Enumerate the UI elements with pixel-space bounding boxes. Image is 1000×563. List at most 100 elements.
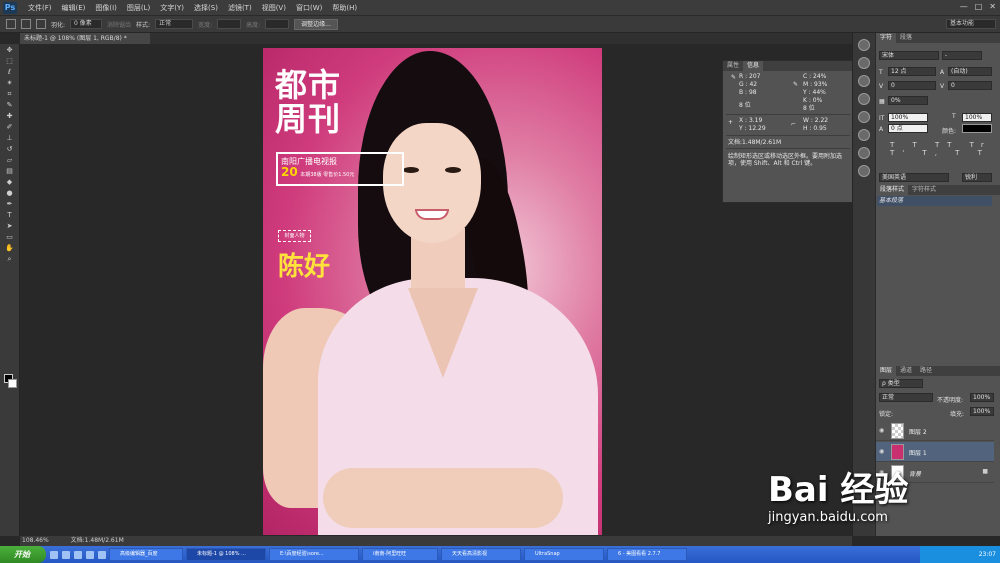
menu-layer[interactable]: 图层(L) — [122, 3, 155, 13]
character-icon[interactable] — [858, 93, 870, 105]
para-styles-icon[interactable] — [858, 147, 870, 159]
menu-help[interactable]: 帮助(H) — [327, 3, 362, 13]
menu-window[interactable]: 窗口(W) — [291, 3, 327, 13]
font-style-select[interactable]: - — [942, 51, 982, 60]
task-button[interactable]: E:\百度经验\sore... — [269, 548, 359, 561]
eraser-icon[interactable]: ▱ — [4, 156, 16, 165]
feather-input[interactable]: 0 像素 — [70, 19, 103, 29]
marquee-tool-icon[interactable] — [6, 19, 16, 29]
doc-size[interactable]: 文档:1.48M/2.61M — [71, 537, 124, 544]
blur-tool-icon[interactable]: ◆ — [4, 178, 16, 187]
font-size-select[interactable]: 12 点 — [888, 67, 936, 76]
quicklaunch-icon[interactable] — [62, 550, 70, 559]
language-select[interactable]: 美国英语 — [879, 173, 949, 182]
menu-type[interactable]: 文字(Y) — [155, 3, 189, 13]
close-button[interactable]: ✕ — [989, 2, 996, 11]
layer-row[interactable]: ◉ 图层 1 — [876, 442, 994, 462]
clone-stamp-icon[interactable]: ⊥ — [4, 134, 16, 143]
task-button[interactable]: UltraSnap — [524, 548, 604, 561]
maximize-button[interactable]: □ — [975, 2, 983, 11]
move-tool-icon[interactable]: ✥ — [4, 46, 16, 55]
gradient-tool-icon[interactable]: ▤ — [4, 167, 16, 176]
style-select[interactable]: 正常 — [155, 19, 194, 29]
add-selection-icon[interactable] — [36, 19, 46, 29]
layer-filter-select[interactable]: ρ 类型 — [879, 379, 923, 388]
magic-wand-icon[interactable]: ✶ — [4, 79, 16, 88]
char-styles-icon[interactable] — [858, 165, 870, 177]
history-icon[interactable] — [858, 39, 870, 51]
dodge-tool-icon[interactable]: ● — [4, 189, 16, 198]
document-canvas[interactable]: 都市 周刊 南阳广播电视报 20 本期38版 零售价1.50元 封面人物 陈好 — [263, 48, 602, 535]
tab-paragraph[interactable]: 段落 — [896, 33, 916, 43]
minimize-button[interactable]: — — [960, 2, 968, 11]
visibility-eye-icon[interactable]: ◉ — [879, 448, 884, 455]
properties-icon[interactable] — [858, 75, 870, 87]
horizontal-scale-input[interactable]: 100% — [962, 113, 992, 122]
clock[interactable]: 23:07 — [979, 551, 996, 558]
tab-character[interactable]: 字符 — [876, 33, 897, 43]
background-color-swatch[interactable] — [8, 379, 17, 388]
width-input[interactable] — [217, 19, 242, 29]
leading-select[interactable]: (自动) — [948, 67, 992, 76]
path-select-icon[interactable]: ➤ — [4, 222, 16, 231]
zoom-tool-icon[interactable]: ⌕ — [4, 255, 16, 264]
tab-properties[interactable]: 属性 — [723, 61, 743, 71]
type-style-buttons[interactable]: T T TT Tr T' T, T T — [890, 141, 1000, 157]
eyedropper-icon[interactable]: ✎ — [4, 101, 16, 110]
pen-tool-icon[interactable]: ✒ — [4, 200, 16, 209]
quicklaunch-icon[interactable] — [86, 550, 94, 559]
menu-view[interactable]: 视图(V) — [257, 3, 291, 13]
baseline-input[interactable]: 0 点 — [888, 124, 928, 133]
blend-mode-select[interactable]: 正常 — [879, 393, 933, 402]
task-button[interactable]: 天天看高清影视 — [441, 548, 521, 561]
new-selection-icon[interactable] — [21, 19, 31, 29]
shape-tool-icon[interactable]: ▭ — [4, 233, 16, 242]
tab-channels[interactable]: 通道 — [896, 366, 916, 376]
layer-row[interactable]: ◉ 图层 2 — [876, 421, 994, 441]
refine-edge-button[interactable]: 调整边缘... — [294, 18, 338, 30]
marquee-tool-icon[interactable]: ⬚ — [4, 57, 16, 66]
tab-character-styles[interactable]: 字符样式 — [908, 185, 940, 195]
tab-paragraph-styles[interactable]: 段落样式 — [876, 185, 909, 195]
antialias-select[interactable]: 锐利 — [962, 173, 992, 182]
antialias-checkbox[interactable]: 消除锯齿 — [107, 20, 131, 29]
brush-tool-icon[interactable]: ✐ — [4, 123, 16, 132]
text-color-swatch[interactable] — [962, 124, 992, 133]
opacity-input[interactable]: 100% — [970, 393, 994, 402]
tracking-select[interactable]: 0 — [948, 81, 992, 90]
menu-edit[interactable]: 编辑(E) — [57, 3, 91, 13]
font-family-select[interactable]: 宋体 — [879, 51, 939, 60]
type-tool-icon[interactable]: T — [4, 211, 16, 220]
zoom-level[interactable]: 108.46% — [22, 537, 49, 544]
selection-marquee[interactable]: 封面人物 — [278, 230, 311, 242]
menu-file[interactable]: 文件(F) — [23, 3, 57, 13]
crop-tool-icon[interactable]: ⌗ — [4, 90, 16, 99]
task-button[interactable]: 6 - 美图看看 2.7.7 — [607, 548, 687, 561]
lasso-tool-icon[interactable]: ℓ — [4, 68, 16, 77]
brush-presets-icon[interactable] — [858, 129, 870, 141]
tab-paths[interactable]: 路径 — [916, 366, 936, 376]
quicklaunch-icon[interactable] — [74, 550, 82, 559]
tsume-select[interactable]: 0% — [888, 96, 928, 105]
hand-tool-icon[interactable]: ✋ — [4, 244, 16, 253]
quicklaunch-icon[interactable] — [50, 550, 58, 559]
kerning-select[interactable]: 0 — [888, 81, 936, 90]
menu-select[interactable]: 选择(S) — [189, 3, 223, 13]
paragraph-icon[interactable] — [858, 111, 870, 123]
task-button[interactable]: i南南-阿里旺旺 — [362, 548, 438, 561]
fill-input[interactable]: 100% — [970, 407, 994, 416]
visibility-eye-icon[interactable]: ◉ — [879, 427, 884, 434]
document-tab[interactable]: 未标题-1 @ 108% (图层 1, RGB/8) * — [20, 33, 150, 44]
style-item-basic-paragraph[interactable]: 基本段落 — [877, 196, 992, 206]
start-button[interactable]: 开始 — [0, 546, 46, 563]
tab-info[interactable]: 信息 — [743, 61, 764, 71]
workspace-select[interactable]: 基本功能 — [946, 19, 996, 29]
history-brush-icon[interactable]: ↺ — [4, 145, 16, 154]
healing-brush-icon[interactable]: ✚ — [4, 112, 16, 121]
menu-filter[interactable]: 滤镜(T) — [223, 3, 257, 13]
menu-image[interactable]: 图像(I) — [90, 3, 122, 13]
task-button[interactable]: 未标题-1 @ 108% ... — [186, 548, 266, 561]
info-icon[interactable] — [858, 57, 870, 69]
tab-layers[interactable]: 图层 — [876, 366, 897, 376]
quicklaunch-icon[interactable] — [98, 550, 106, 559]
